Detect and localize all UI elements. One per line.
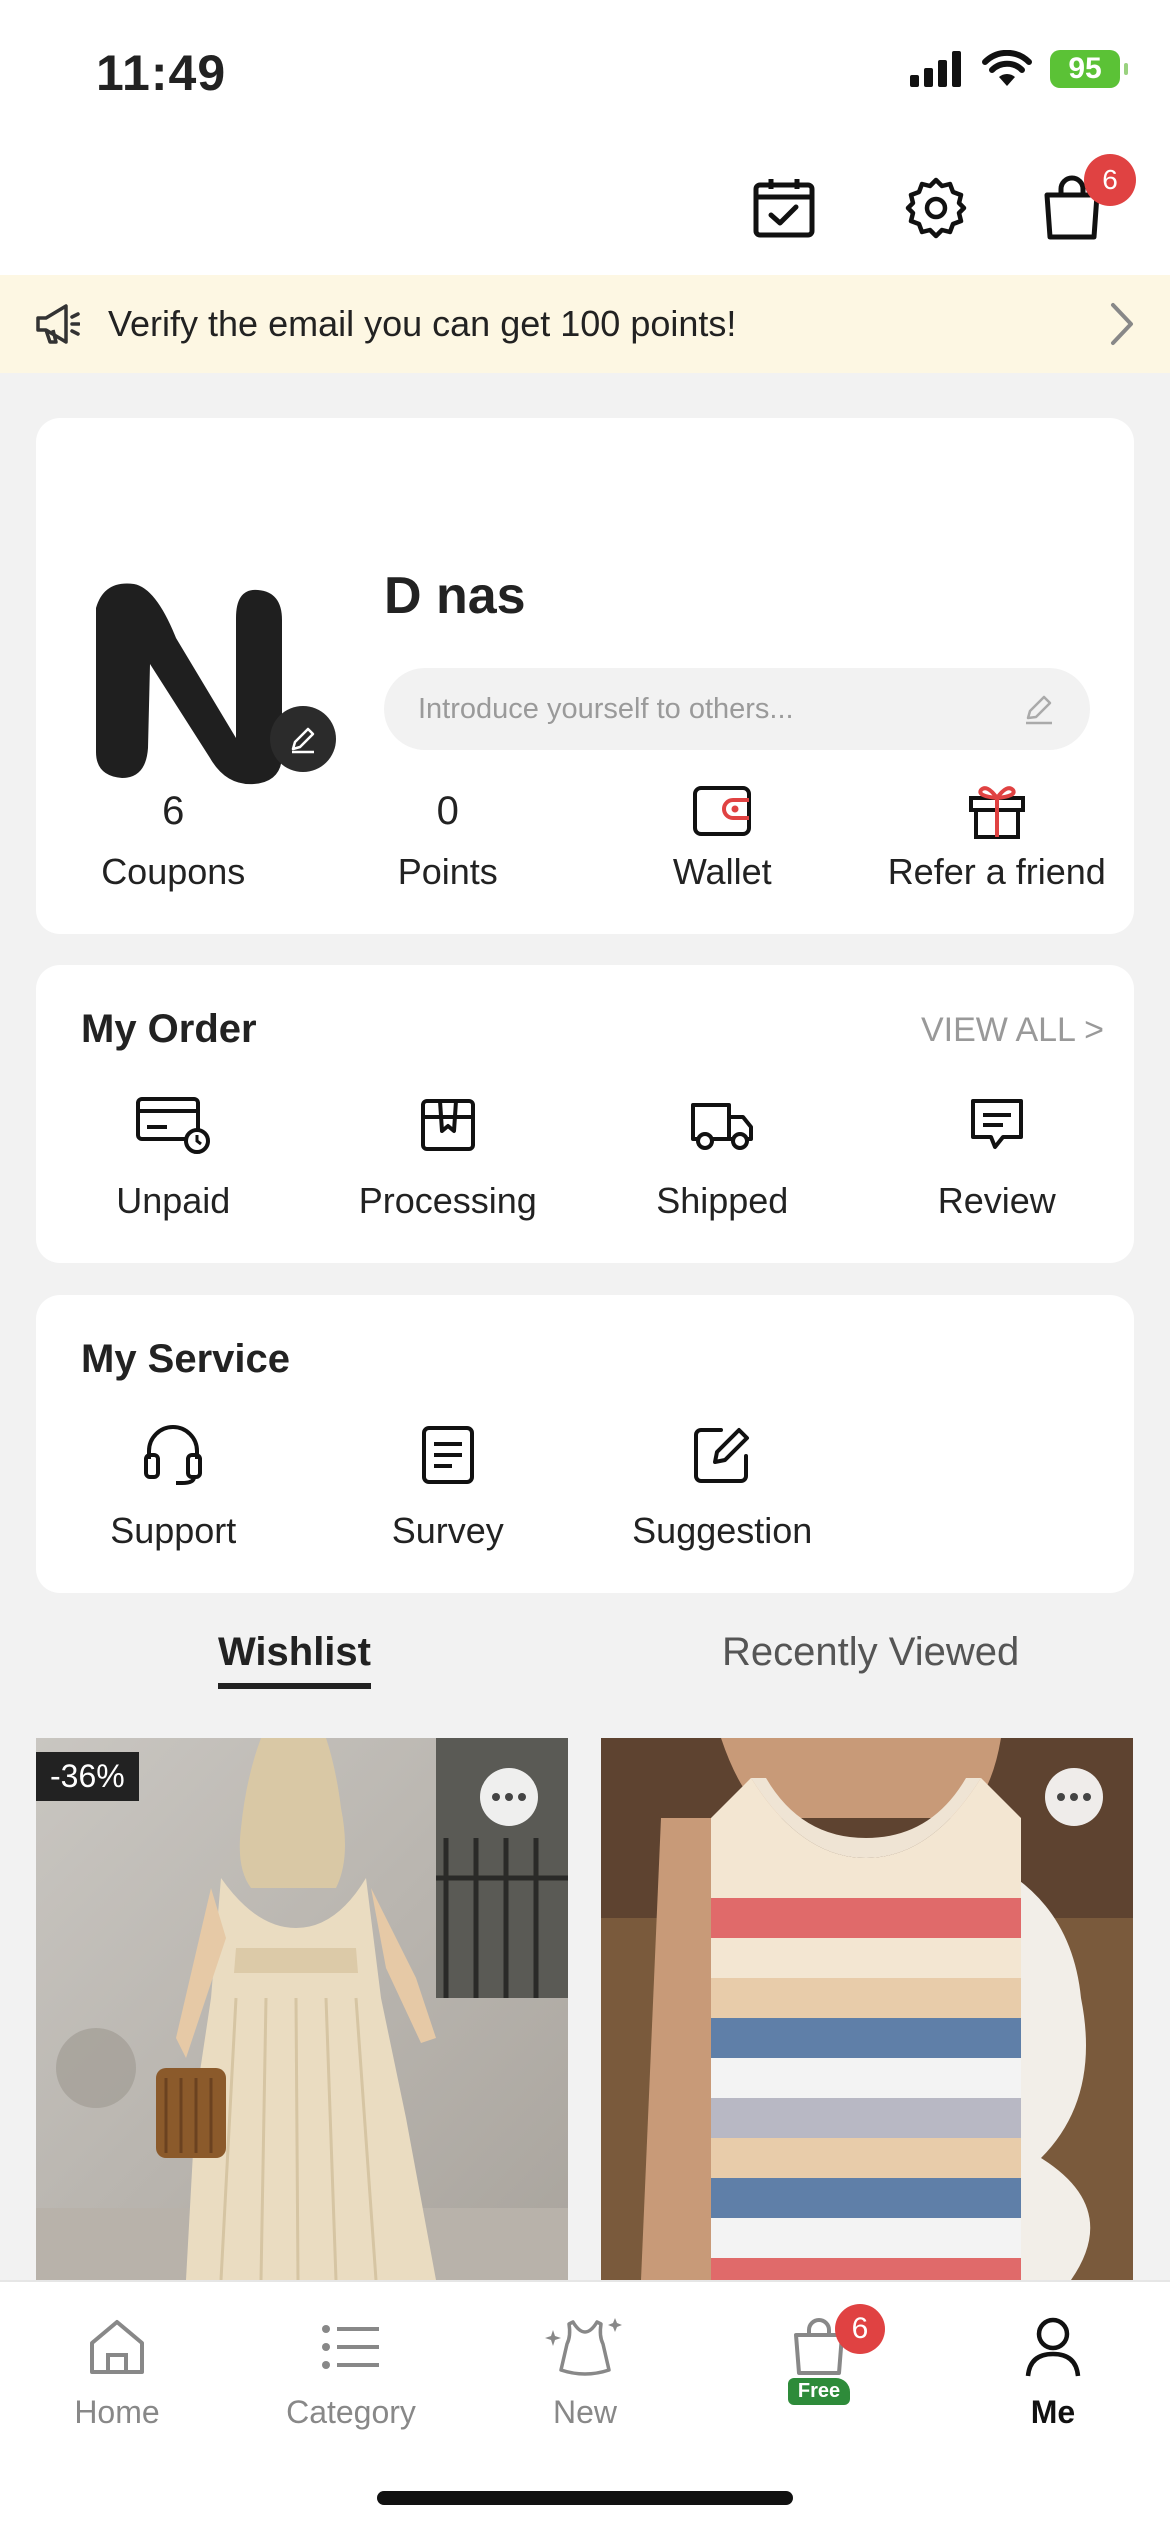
my-service-card: My Service Support Survey Suggestion — [36, 1295, 1134, 1593]
cart-button[interactable]: 6 — [1034, 154, 1136, 246]
coupons-label: Coupons — [101, 851, 246, 892]
cart-badge: 6 — [1084, 154, 1136, 206]
edit-icon — [691, 1420, 753, 1490]
check-in-calendar-button[interactable] — [746, 170, 822, 246]
pencil-icon — [1026, 695, 1052, 725]
tab-me[interactable]: Me — [936, 2302, 1170, 2431]
service-suggestion[interactable]: Suggestion — [585, 1420, 860, 1552]
tab-new-label: New — [552, 2394, 617, 2430]
service-support-label: Support — [110, 1510, 237, 1551]
more-dot-icon — [1057, 1793, 1065, 1801]
truck-icon — [689, 1090, 755, 1160]
sparkle-dress-icon — [545, 2302, 625, 2392]
person-icon — [1024, 2302, 1082, 2392]
service-row: Support Survey Suggestion — [36, 1420, 1134, 1552]
product-image-striped-dress — [601, 1738, 1133, 2280]
signal-icon — [910, 51, 961, 87]
product-card[interactable]: -36% — [36, 1738, 568, 2280]
tab-cart[interactable]: 6 Free — [702, 2302, 936, 2405]
tab-home-label: Home — [74, 2394, 160, 2430]
more-dot-icon — [1070, 1793, 1078, 1801]
list-icon — [321, 2302, 381, 2392]
my-order-title: My Order — [81, 1007, 257, 1051]
battery-level: 95 — [1068, 52, 1102, 85]
service-survey-label: Survey — [391, 1510, 504, 1551]
megaphone-icon — [36, 304, 80, 344]
wallet-icon — [691, 783, 753, 839]
stat-coupons[interactable]: 6 Coupons — [36, 783, 311, 893]
wishlist-tabs: Wishlist Recently Viewed — [0, 1630, 1170, 1710]
stat-refer-friend[interactable]: Refer a friend — [860, 783, 1135, 893]
refer-friend-label: Refer a friend — [887, 851, 1106, 892]
gear-icon — [905, 177, 967, 239]
cart-icon: 6 — [791, 2302, 885, 2392]
chat-icon — [967, 1090, 1027, 1160]
home-icon — [86, 2302, 148, 2392]
more-dot-icon — [492, 1793, 500, 1801]
points-count: 0 — [436, 789, 459, 833]
order-shipped[interactable]: Shipped — [585, 1090, 860, 1222]
my-order-card: My Order VIEW ALL > Unpaid Processing Sh… — [36, 965, 1134, 1263]
more-dot-icon — [505, 1793, 513, 1801]
product-card[interactable] — [601, 1738, 1133, 2280]
box-icon — [418, 1090, 478, 1160]
order-processing-label: Processing — [358, 1180, 537, 1221]
header-actions: 6 — [0, 140, 1170, 275]
tab-category-label: Category — [286, 2394, 416, 2430]
stat-points[interactable]: 0 Points — [311, 783, 586, 893]
order-unpaid[interactable]: Unpaid — [36, 1090, 311, 1222]
order-review-label: Review — [937, 1180, 1056, 1221]
avatar-edit-button[interactable] — [270, 706, 336, 772]
coupons-count: 6 — [162, 789, 185, 833]
calendar-check-icon — [753, 179, 815, 238]
document-icon — [420, 1420, 476, 1490]
bio-placeholder: Introduce yourself to others... — [418, 692, 794, 725]
points-label: Points — [397, 851, 498, 892]
tab-category[interactable]: Category — [234, 2302, 468, 2431]
tab-new[interactable]: New — [468, 2302, 702, 2431]
tab-recently-viewed[interactable]: Recently Viewed — [722, 1630, 1019, 1675]
more-dot-icon — [518, 1793, 526, 1801]
home-indicator — [377, 2491, 793, 2505]
profile-stats: 6 Coupons 0 Points Wallet Refer a friend — [36, 783, 1134, 893]
wifi-icon — [982, 50, 1032, 86]
banner-text: Verify the email you can get 100 points! — [108, 303, 737, 344]
gift-icon — [967, 783, 1027, 839]
headset-icon — [142, 1420, 204, 1490]
user-name: D nas — [384, 567, 526, 625]
card-clock-icon — [135, 1090, 211, 1160]
more-options-button[interactable] — [1045, 1768, 1103, 1826]
tab-me-label: Me — [1030, 2394, 1076, 2430]
profile-card: D nas Introduce yourself to others... 6 … — [36, 418, 1134, 934]
my-service-title: My Service — [81, 1337, 291, 1381]
status-time: 11:49 — [96, 45, 227, 101]
status-bar: 11:49 95 — [0, 0, 1170, 140]
order-status-row: Unpaid Processing Shipped Review — [36, 1090, 1134, 1222]
chevron-right-icon — [1111, 303, 1133, 345]
settings-button[interactable] — [898, 170, 974, 246]
wallet-label: Wallet — [672, 851, 772, 892]
discount-badge: -36% — [36, 1752, 139, 1801]
order-review[interactable]: Review — [860, 1090, 1135, 1222]
order-unpaid-label: Unpaid — [116, 1180, 231, 1221]
bio-input[interactable]: Introduce yourself to others... — [384, 668, 1090, 750]
service-survey[interactable]: Survey — [311, 1420, 586, 1552]
more-dot-icon — [1083, 1793, 1091, 1801]
tab-wishlist[interactable]: Wishlist — [218, 1630, 371, 1689]
status-icons: 95 — [910, 50, 1128, 88]
view-all-orders-link[interactable]: VIEW ALL > — [921, 1011, 1104, 1050]
verify-email-banner[interactable]: Verify the email you can get 100 points! — [0, 275, 1170, 373]
order-processing[interactable]: Processing — [311, 1090, 586, 1222]
stat-wallet[interactable]: Wallet — [585, 783, 860, 893]
cart-tab-badge: 6 — [835, 2304, 885, 2354]
more-options-button[interactable] — [480, 1768, 538, 1826]
service-support[interactable]: Support — [36, 1420, 311, 1552]
product-image-jumpsuit — [36, 1738, 568, 2280]
battery-indicator: 95 — [1050, 50, 1128, 88]
order-shipped-label: Shipped — [656, 1180, 789, 1221]
tab-home[interactable]: Home — [0, 2302, 234, 2431]
service-suggestion-label: Suggestion — [632, 1510, 813, 1551]
pencil-icon — [291, 727, 315, 754]
